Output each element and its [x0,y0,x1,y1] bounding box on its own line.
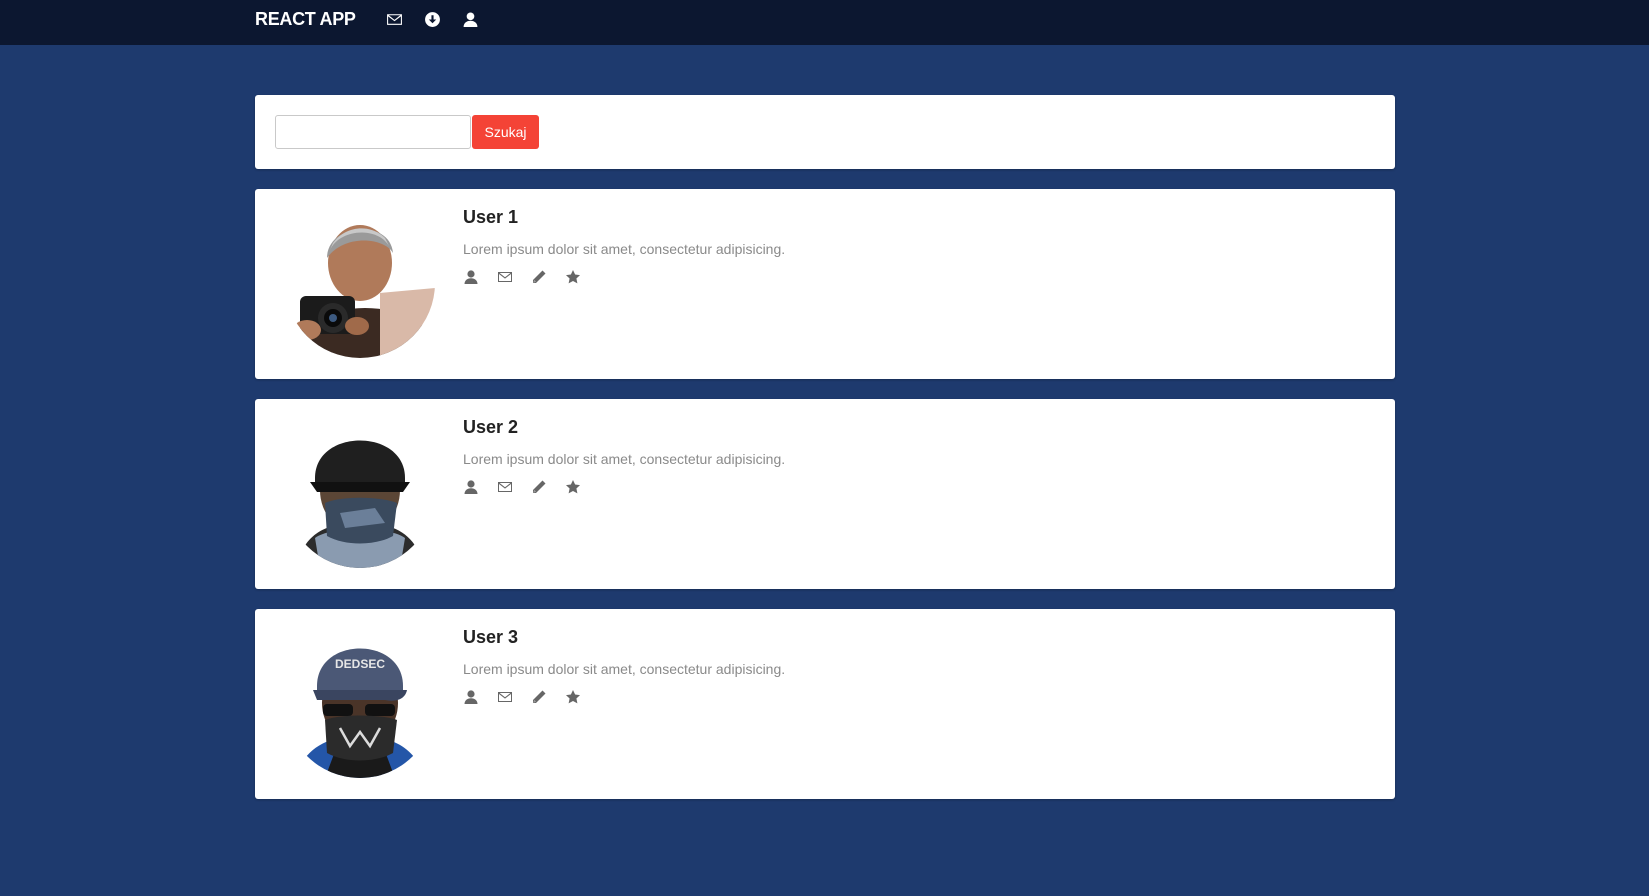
user-name[interactable]: User 3 [463,627,518,648]
avatar [285,418,435,568]
user-description: Lorem ipsum dolor sit amet, consectetur … [463,241,786,257]
star-icon[interactable] [565,689,581,705]
avatar [285,208,435,358]
pencil-icon[interactable] [531,479,547,495]
user-actions [463,689,581,705]
user-card: DEDSEC User 3 Lorem ipsum dolor sit amet… [255,609,1395,799]
brand-title[interactable]: REACT APP [255,9,356,30]
user-description: Lorem ipsum dolor sit amet, consectetur … [463,451,786,467]
star-icon[interactable] [565,479,581,495]
envelope-icon[interactable] [497,269,513,285]
user-icon[interactable] [463,269,479,285]
pencil-icon[interactable] [531,689,547,705]
user-card: User 2 Lorem ipsum dolor sit amet, conse… [255,399,1395,589]
user-card: User 1 Lorem ipsum dolor sit amet, conse… [255,189,1395,379]
download-icon[interactable] [424,11,441,28]
user-name[interactable]: User 2 [463,417,518,438]
envelope-icon[interactable] [497,479,513,495]
user-icon[interactable] [463,479,479,495]
user-actions [463,479,581,495]
user-actions [463,269,581,285]
navbar-icons [386,11,479,28]
envelope-icon[interactable] [497,689,513,705]
user-icon[interactable] [462,11,479,28]
svg-text:DEDSEC: DEDSEC [335,657,385,671]
envelope-icon[interactable] [386,11,403,28]
search-input[interactable] [275,115,471,149]
user-icon[interactable] [463,689,479,705]
pencil-icon[interactable] [531,269,547,285]
search-panel: Szukaj [255,95,1395,169]
user-description: Lorem ipsum dolor sit amet, consectetur … [463,661,786,677]
navbar: REACT APP [0,0,1649,45]
avatar: DEDSEC [285,628,435,778]
search-button[interactable]: Szukaj [472,115,539,149]
user-name[interactable]: User 1 [463,207,518,228]
star-icon[interactable] [565,269,581,285]
